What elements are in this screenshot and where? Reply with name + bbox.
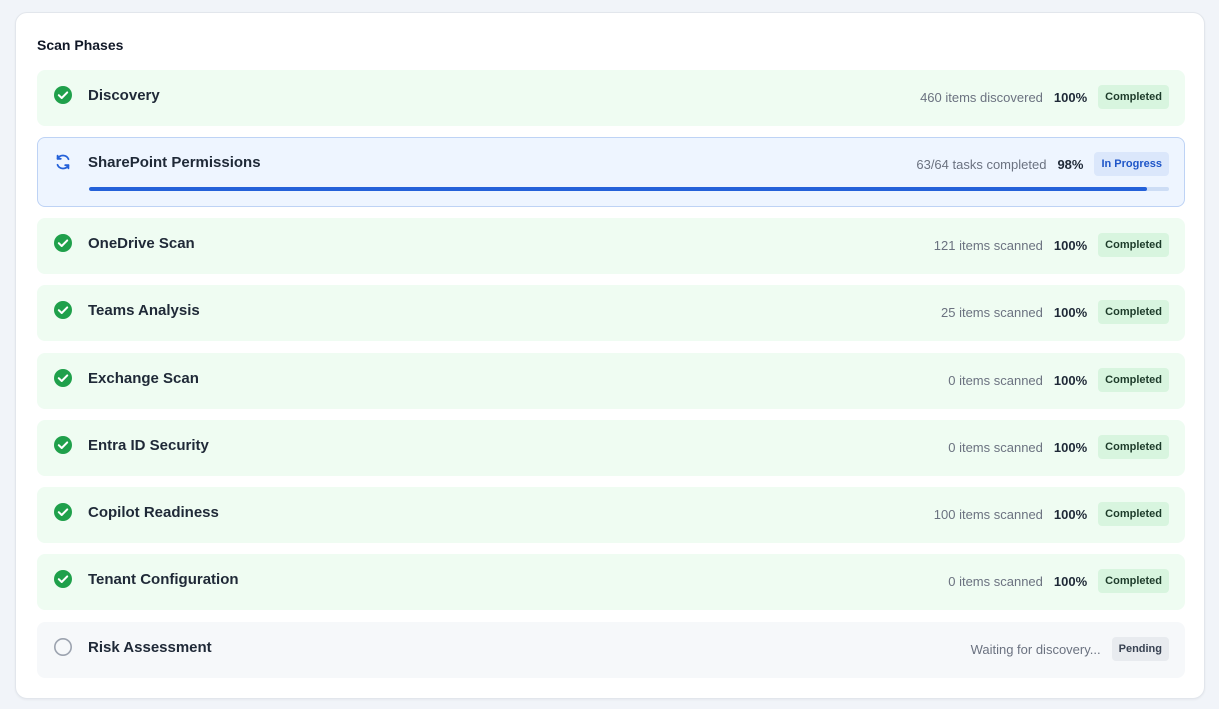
check-circle-icon (54, 570, 72, 588)
status-badge: Completed (1098, 85, 1169, 109)
phase-detail: 63/64 tasks completed (916, 156, 1047, 172)
phase-teams-analysis[interactable]: Teams Analysis 25 items scanned 100% Com… (37, 285, 1185, 341)
phase-percent: 100% (1053, 304, 1088, 320)
phase-name: Entra ID Security (88, 437, 209, 454)
phase-name: Teams Analysis (88, 302, 200, 319)
empty-circle-icon (54, 638, 72, 656)
phase-detail: 25 items scanned (941, 304, 1043, 320)
check-circle-icon (54, 436, 72, 454)
phase-percent: 100% (1053, 372, 1088, 388)
phase-percent: 98% (1057, 156, 1084, 172)
phase-percent: 100% (1053, 573, 1088, 589)
check-circle-icon (54, 86, 72, 104)
phase-name: SharePoint Permissions (88, 154, 261, 171)
phase-copilot-readiness[interactable]: Copilot Readiness 100 items scanned 100%… (37, 487, 1185, 543)
phase-percent: 100% (1053, 89, 1088, 105)
phase-name: Tenant Configuration (88, 571, 239, 588)
phase-name: OneDrive Scan (88, 235, 195, 252)
phase-detail: Waiting for discovery... (970, 641, 1101, 657)
scan-phases-card: Scan Phases Discovery 460 items discover… (15, 12, 1205, 699)
status-badge: Completed (1098, 300, 1169, 324)
status-badge: Completed (1098, 435, 1169, 459)
phase-name: Discovery (88, 87, 160, 104)
phase-detail: 0 items scanned (948, 372, 1043, 388)
status-badge: Completed (1098, 502, 1169, 526)
phase-percent: 100% (1053, 237, 1088, 253)
phase-percent: 100% (1053, 506, 1088, 522)
card-title: Scan Phases (37, 37, 124, 53)
check-circle-icon (54, 301, 72, 319)
check-circle-icon (54, 369, 72, 387)
progress-bar (89, 187, 1169, 191)
status-badge: In Progress (1094, 152, 1169, 176)
phase-detail: 100 items scanned (933, 506, 1043, 522)
phase-onedrive-scan[interactable]: OneDrive Scan 121 items scanned 100% Com… (37, 218, 1185, 274)
phase-discovery[interactable]: Discovery 460 items discovered 100% Comp… (37, 70, 1185, 126)
phase-tenant-configuration[interactable]: Tenant Configuration 0 items scanned 100… (37, 554, 1185, 610)
phase-detail: 0 items scanned (948, 439, 1043, 455)
phase-sharepoint-permissions[interactable]: SharePoint Permissions 63/64 tasks compl… (37, 137, 1185, 207)
phase-exchange-scan[interactable]: Exchange Scan 0 items scanned 100% Compl… (37, 353, 1185, 409)
phase-name: Exchange Scan (88, 370, 199, 387)
phase-detail: 460 items discovered (920, 89, 1043, 105)
phase-name: Copilot Readiness (88, 504, 219, 521)
progress-bar-fill (89, 187, 1148, 191)
status-badge: Pending (1111, 637, 1169, 661)
phase-entra-id-security[interactable]: Entra ID Security 0 items scanned 100% C… (37, 420, 1185, 476)
status-badge: Completed (1098, 368, 1169, 392)
phase-detail: 0 items scanned (948, 573, 1043, 589)
sync-icon (56, 154, 70, 170)
phase-risk-assessment[interactable]: Risk Assessment Waiting for discovery...… (37, 622, 1185, 678)
phase-detail: 121 items scanned (933, 237, 1043, 253)
status-badge: Completed (1098, 233, 1169, 257)
phase-name: Risk Assessment (88, 639, 212, 656)
status-badge: Completed (1098, 569, 1169, 593)
check-circle-icon (54, 503, 72, 521)
phase-percent: 100% (1053, 439, 1088, 455)
check-circle-icon (54, 234, 72, 252)
